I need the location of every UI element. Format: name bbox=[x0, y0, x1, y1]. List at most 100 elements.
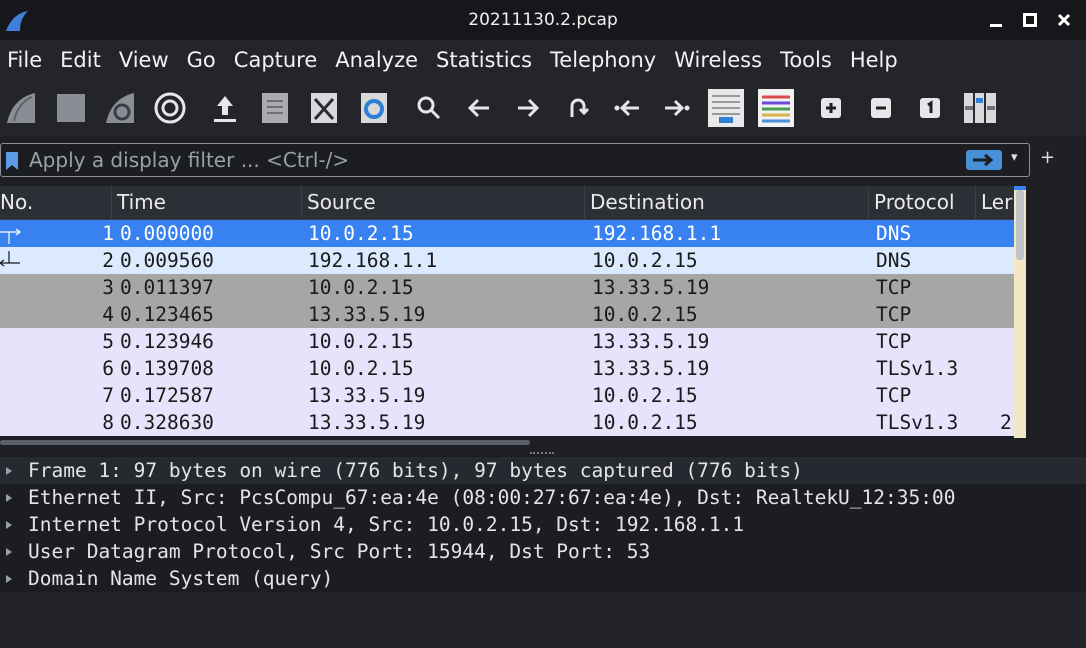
column-source[interactable]: Source bbox=[302, 186, 585, 219]
stop-capture-button[interactable] bbox=[50, 85, 92, 131]
column-destination[interactable]: Destination bbox=[585, 186, 869, 219]
cell-protocol: TCP bbox=[876, 330, 912, 353]
filter-history-dropdown[interactable]: ▾ bbox=[1011, 150, 1018, 165]
menu-wireless[interactable]: Wireless bbox=[667, 48, 773, 72]
table-row[interactable]: 6 0.139708 10.0.2.15 13.33.5.19 TLSv1.3 bbox=[0, 355, 1014, 382]
normal-size-button[interactable] bbox=[909, 85, 951, 131]
menu-edit[interactable]: Edit bbox=[53, 48, 112, 72]
go-back-button[interactable] bbox=[458, 85, 500, 131]
save-file-button[interactable] bbox=[254, 85, 296, 131]
zoom-out-button[interactable] bbox=[860, 85, 902, 131]
cell-length bbox=[1000, 220, 1014, 247]
detail-item-ipv4[interactable]: Internet Protocol Version 4, Src: 10.0.2… bbox=[0, 511, 1086, 538]
apply-filter-button[interactable] bbox=[966, 150, 1002, 170]
pane-splitter[interactable] bbox=[0, 446, 1086, 456]
capture-options-button[interactable] bbox=[149, 85, 191, 131]
column-time[interactable]: Time bbox=[112, 186, 302, 219]
bookmark-icon[interactable] bbox=[5, 151, 19, 171]
cell-source: 10.0.2.15 bbox=[308, 330, 414, 353]
maximize-button[interactable] bbox=[1016, 6, 1044, 34]
detail-item-frame[interactable]: Frame 1: 97 bytes on wire (776 bits), 97… bbox=[0, 457, 1086, 484]
zoom-in-button[interactable] bbox=[810, 85, 852, 131]
close-icon bbox=[1057, 13, 1071, 27]
cell-time: 0.000000 bbox=[120, 222, 214, 245]
menu-tools[interactable]: Tools bbox=[773, 48, 843, 72]
title-bar: 20211130.2.pcap bbox=[0, 0, 1086, 40]
cell-no: 8 bbox=[102, 411, 114, 434]
table-row[interactable]: 3 0.011397 10.0.2.15 13.33.5.19 TCP bbox=[0, 274, 1014, 301]
auto-scroll-button[interactable] bbox=[705, 85, 747, 131]
menu-telephony[interactable]: Telephony bbox=[543, 48, 667, 72]
expand-arrow-icon[interactable] bbox=[5, 520, 13, 530]
find-packet-button[interactable] bbox=[408, 85, 450, 131]
detail-item-ethernet[interactable]: Ethernet II, Src: PcsCompu_67:ea:4e (08:… bbox=[0, 484, 1086, 511]
first-packet-button[interactable] bbox=[606, 85, 648, 131]
add-filter-button[interactable]: + bbox=[1040, 147, 1055, 168]
display-filter-input[interactable] bbox=[29, 148, 949, 172]
capture-options-icon bbox=[154, 92, 185, 124]
cell-destination: 192.168.1.1 bbox=[592, 222, 722, 245]
window-title: 20211130.2.pcap bbox=[468, 10, 618, 30]
go-to-packet-button[interactable] bbox=[557, 85, 599, 131]
restart-capture-icon bbox=[106, 93, 134, 123]
table-row[interactable]: 5 0.123946 10.0.2.15 13.33.5.19 TCP bbox=[0, 328, 1014, 355]
detail-item-dns[interactable]: Domain Name System (query) bbox=[0, 565, 1086, 592]
save-file-icon bbox=[261, 93, 288, 123]
resize-columns-button[interactable] bbox=[959, 85, 1001, 131]
cell-destination: 10.0.2.15 bbox=[592, 249, 698, 272]
column-no[interactable]: No. bbox=[0, 186, 112, 219]
table-row[interactable]: 1 0.000000 10.0.2.15 192.168.1.1 DNS bbox=[0, 220, 1014, 247]
open-file-button[interactable] bbox=[204, 85, 246, 131]
cell-source: 10.0.2.15 bbox=[308, 357, 414, 380]
cell-length bbox=[1000, 301, 1014, 328]
auto-scroll-icon bbox=[708, 89, 744, 127]
scrollbar-thumb[interactable] bbox=[1016, 190, 1024, 260]
menu-view[interactable]: View bbox=[112, 48, 180, 72]
go-forward-button[interactable] bbox=[507, 85, 549, 131]
window-controls bbox=[982, 6, 1078, 34]
cell-destination: 13.33.5.19 bbox=[592, 276, 710, 299]
menu-file[interactable]: File bbox=[0, 48, 53, 72]
detail-text: Internet Protocol Version 4, Src: 10.0.2… bbox=[28, 513, 745, 536]
cell-source: 10.0.2.15 bbox=[308, 276, 414, 299]
table-row[interactable]: 4 0.123465 13.33.5.19 10.0.2.15 TCP bbox=[0, 301, 1014, 328]
menu-help[interactable]: Help bbox=[843, 48, 909, 72]
detail-text: Domain Name System (query) bbox=[28, 567, 334, 590]
menu-bar: File Edit View Go Capture Analyze Statis… bbox=[0, 40, 1086, 80]
start-capture-button[interactable] bbox=[0, 85, 42, 131]
expand-arrow-icon[interactable] bbox=[5, 574, 13, 584]
close-button[interactable] bbox=[1050, 6, 1078, 34]
reload-file-button[interactable] bbox=[353, 85, 395, 131]
zoom-in-icon bbox=[821, 98, 841, 118]
colorize-button[interactable] bbox=[755, 85, 797, 131]
menu-statistics[interactable]: Statistics bbox=[429, 48, 543, 72]
zoom-out-icon bbox=[870, 98, 891, 118]
minimize-button[interactable] bbox=[982, 6, 1010, 34]
packet-list-vertical-scrollbar[interactable] bbox=[1014, 186, 1026, 438]
cell-no: 3 bbox=[102, 276, 114, 299]
menu-capture[interactable]: Capture bbox=[227, 48, 329, 72]
table-row[interactable]: 7 0.172587 13.33.5.19 10.0.2.15 TCP bbox=[0, 382, 1014, 409]
expand-arrow-icon[interactable] bbox=[5, 466, 13, 476]
expand-arrow-icon[interactable] bbox=[5, 547, 13, 557]
table-row[interactable]: 2 0.009560 192.168.1.1 10.0.2.15 DNS bbox=[0, 247, 1014, 274]
last-packet-button[interactable] bbox=[656, 85, 698, 131]
table-row[interactable]: 8 0.328630 13.33.5.19 10.0.2.15 TLSv1.3 … bbox=[0, 409, 1014, 436]
restart-capture-button[interactable] bbox=[99, 85, 141, 131]
normal-size-icon bbox=[920, 98, 940, 118]
cell-no: 5 bbox=[102, 330, 114, 353]
close-file-button[interactable] bbox=[303, 85, 345, 131]
column-length[interactable]: Ler bbox=[976, 186, 1014, 219]
detail-item-udp[interactable]: User Datagram Protocol, Src Port: 15944,… bbox=[0, 538, 1086, 565]
detail-text: Frame 1: 97 bytes on wire (776 bits), 97… bbox=[28, 459, 803, 482]
go-forward-icon bbox=[518, 98, 540, 118]
cell-length bbox=[1000, 328, 1014, 355]
column-protocol[interactable]: Protocol bbox=[869, 186, 976, 219]
menu-go[interactable]: Go bbox=[180, 48, 227, 72]
cell-destination: 13.33.5.19 bbox=[592, 357, 710, 380]
horizontal-scrollbar-thumb[interactable] bbox=[0, 440, 530, 445]
cell-time: 0.328630 bbox=[120, 411, 214, 434]
menu-analyze[interactable]: Analyze bbox=[328, 48, 429, 72]
expand-arrow-icon[interactable] bbox=[5, 493, 13, 503]
packet-list-horizontal-scrollbar[interactable] bbox=[0, 438, 1014, 446]
